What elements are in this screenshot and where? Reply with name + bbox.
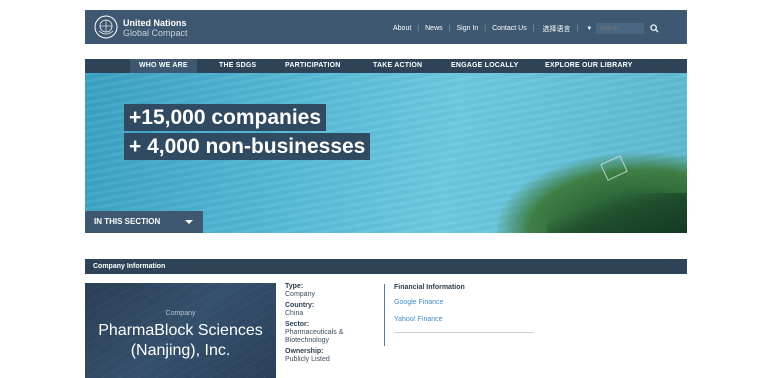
financial-information: Financial Information Google Finance Yah… — [394, 284, 534, 333]
nav-take-action[interactable]: TAKE ACTION — [373, 59, 422, 73]
sign-in-link[interactable]: Sign In — [456, 25, 478, 32]
nav-who-we-are[interactable]: WHO WE ARE — [130, 59, 197, 73]
financial-title: Financial Information — [394, 284, 465, 291]
caret-down-icon — [185, 220, 193, 224]
country-value: China — [285, 310, 304, 317]
in-this-section-label: IN THIS SECTION — [94, 217, 161, 226]
type-key: Type: — [285, 283, 304, 290]
nav-participation[interactable]: PARTICIPATION — [285, 59, 341, 73]
utility-links: About | News | Sign In | Contact Us | 选择… — [393, 23, 659, 34]
un-emblem-icon[interactable] — [94, 15, 118, 39]
country-key: Country: — [285, 302, 315, 309]
divider: | — [448, 25, 451, 32]
company-card: Company PharmaBlock Sciences (Nanjing), … — [85, 283, 276, 378]
company-meta: Type: Company Country: China Sector: Pha… — [285, 283, 375, 367]
search-input[interactable] — [596, 23, 645, 34]
sector-key: Sector: — [285, 321, 310, 328]
google-finance-link[interactable]: Google Finance — [394, 294, 534, 311]
divider: | — [417, 25, 420, 32]
contact-us-link[interactable]: Contact Us — [492, 25, 527, 32]
caret-down-icon[interactable]: ▼ — [586, 26, 592, 32]
divider: | — [484, 25, 487, 32]
headline-companies: +15,000 companies — [124, 104, 327, 131]
card-label: Company — [165, 310, 196, 317]
about-link[interactable]: About — [393, 25, 411, 32]
sector-value: Pharmaceuticals & Biotechnology — [285, 329, 344, 344]
divider: | — [576, 25, 579, 32]
hero-headline: +15,000 companies + 4,000 non-businesses — [124, 104, 371, 160]
search-box: ▼ — [586, 23, 659, 34]
ownership-value: Publicly Listed — [285, 356, 330, 363]
forest-bank — [547, 193, 687, 233]
type-value: Company — [285, 291, 315, 298]
nav-the-sdgs[interactable]: THE SDGS — [219, 59, 256, 73]
divider: | — [532, 25, 535, 32]
yahoo-finance-link[interactable]: Yahoo! Finance — [394, 311, 534, 328]
brand-name[interactable]: United Nations Global Compact — [123, 18, 188, 38]
divider — [384, 284, 385, 346]
top-header: United Nations Global Compact About | Ne… — [85, 10, 687, 44]
search-icon[interactable] — [650, 24, 659, 33]
main-navigation: WHO WE ARE THE SDGS PARTICIPATION TAKE A… — [85, 59, 687, 73]
language-selector[interactable]: 选择语言 — [543, 24, 571, 34]
company-name: PharmaBlock Sciences (Nanjing), Inc. — [98, 322, 263, 359]
hero-banner: +15,000 companies + 4,000 non-businesses… — [85, 73, 687, 233]
ownership-key: Ownership: — [285, 348, 324, 355]
in-this-section-button[interactable]: IN THIS SECTION — [85, 211, 203, 233]
headline-non-businesses: + 4,000 non-businesses — [124, 133, 371, 160]
nav-engage-locally[interactable]: ENGAGE LOCALLY — [451, 59, 519, 73]
brand-line2: Global Compact — [123, 28, 188, 38]
nav-explore-library[interactable]: EXPLORE OUR LIBRARY — [545, 59, 633, 73]
brand-line1: United Nations — [123, 18, 187, 28]
news-link[interactable]: News — [425, 25, 443, 32]
divider — [394, 332, 534, 333]
company-information-bar: Company Information — [85, 259, 687, 274]
